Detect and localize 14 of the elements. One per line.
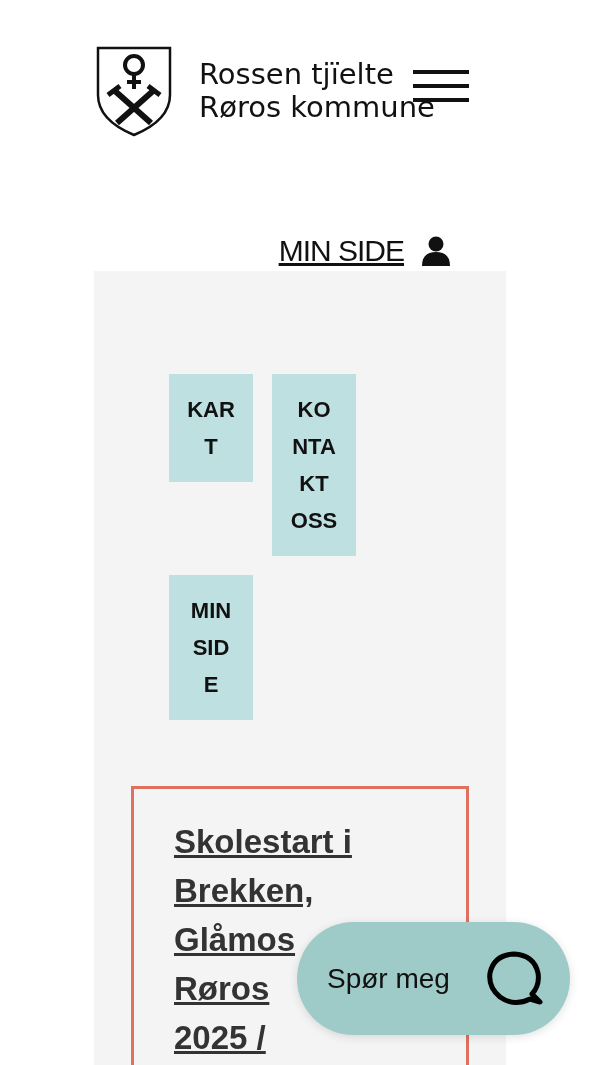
shortcut-tile[interactable]: KART bbox=[169, 374, 253, 482]
article-title-link[interactable]: Røros bbox=[174, 964, 270, 1013]
article-title-link[interactable]: 2025 / bbox=[174, 1013, 266, 1062]
shortcut-tile[interactable]: KONTAKT OSS bbox=[272, 374, 356, 556]
article-title-link[interactable]: Skolestart i bbox=[174, 817, 352, 866]
article-title-link[interactable]: Glåmos bbox=[174, 915, 296, 964]
logo-text: Rossen tjïelte bbox=[199, 58, 395, 91]
coat-of-arms-icon bbox=[95, 45, 173, 137]
shortcut-tile[interactable]: MIN SIDE bbox=[169, 575, 253, 720]
user-icon bbox=[422, 236, 450, 266]
article-title-link[interactable]: Brekken, bbox=[174, 866, 314, 915]
my-page-link[interactable]: MIN SIDE bbox=[278, 234, 404, 268]
chat-button[interactable]: Spør meg bbox=[297, 922, 570, 1035]
logo-text: Røros kommune bbox=[199, 91, 435, 124]
